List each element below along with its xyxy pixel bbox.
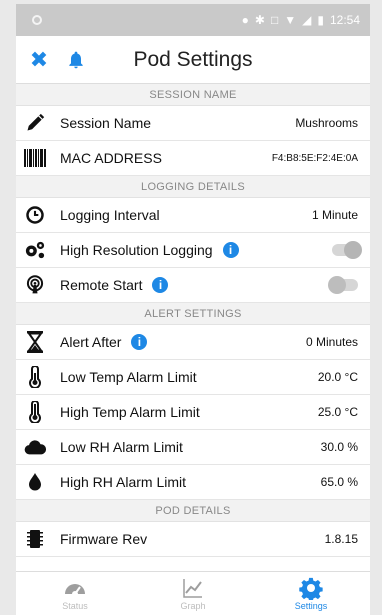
- vibrate-icon: □: [270, 13, 279, 27]
- info-icon[interactable]: i: [152, 277, 169, 293]
- row-high-temp[interactable]: High Temp Alarm Limit 25.0 °C: [16, 395, 370, 430]
- high-rh-label: High RH Alarm Limit: [60, 474, 187, 490]
- row-alert-after[interactable]: Alert After i 0 Minutes: [16, 325, 370, 360]
- high-res-logging-label: High Resolution Logging: [60, 242, 213, 258]
- remote-start-toggle[interactable]: [328, 276, 358, 294]
- battery-icon: ▮: [317, 13, 324, 27]
- bottom-nav: Status Graph Settings: [16, 571, 370, 615]
- info-icon[interactable]: i: [222, 242, 239, 258]
- low-temp-label: Low Temp Alarm Limit: [60, 369, 197, 385]
- gauge-icon: [65, 584, 85, 597]
- logging-interval-value[interactable]: 1 Minute: [312, 208, 358, 222]
- close-icon[interactable]: ✖: [26, 47, 52, 73]
- logging-interval-label: Logging Interval: [60, 207, 160, 223]
- low-temp-value[interactable]: 20.0 °C: [318, 370, 358, 384]
- row-logging-interval[interactable]: Logging Interval 1 Minute: [16, 198, 370, 233]
- chart-icon: [183, 579, 202, 598]
- gear-icon: [299, 577, 323, 600]
- thermometer-icon: [24, 401, 46, 423]
- wifi-icon: ▼: [284, 13, 297, 27]
- row-mac-address: MAC ADDRESS F4:B8:5E:F2:4E:0A: [16, 141, 370, 176]
- session-name-value[interactable]: Mushrooms: [295, 116, 358, 130]
- status-icons: ● ✱ □ ▼ ◢ ▮ 12:54: [242, 13, 360, 27]
- tab-graph[interactable]: Graph: [134, 572, 252, 615]
- firmware-label: Firmware Rev: [60, 531, 148, 547]
- clock-icon: [24, 204, 46, 226]
- signal-icon: ◢: [302, 13, 312, 27]
- session-name-label: Session Name: [60, 115, 152, 131]
- bluetooth-icon: ✱: [254, 13, 265, 27]
- alert-after-label: Alert After: [60, 334, 122, 350]
- phone-screen: ● ✱ □ ▼ ◢ ▮ 12:54 ✖ Pod Settings SESSION…: [16, 4, 370, 615]
- toggle-knob: [328, 276, 346, 294]
- broadcast-icon: [24, 274, 46, 296]
- remote-start-label: Remote Start: [60, 277, 143, 293]
- info-icon[interactable]: i: [131, 334, 148, 350]
- barcode-icon: [24, 147, 46, 169]
- high-temp-label: High Temp Alarm Limit: [60, 404, 200, 420]
- section-header-logging: LOGGING DETAILS: [16, 176, 370, 198]
- thermometer-icon: [24, 366, 46, 388]
- status-bar: ● ✱ □ ▼ ◢ ▮ 12:54: [16, 4, 370, 36]
- low-rh-value[interactable]: 30.0 %: [321, 440, 358, 454]
- tab-settings[interactable]: Settings: [252, 572, 370, 615]
- section-header-session: SESSION NAME: [16, 84, 370, 106]
- tab-status[interactable]: Status: [16, 572, 134, 615]
- pencil-icon: [24, 112, 46, 134]
- notification-dot-icon: [32, 15, 42, 25]
- toggle-knob: [344, 241, 362, 259]
- low-rh-label: Low RH Alarm Limit: [60, 439, 183, 455]
- row-high-rh[interactable]: High RH Alarm Limit 65.0 %: [16, 465, 370, 500]
- row-low-temp[interactable]: Low Temp Alarm Limit 20.0 °C: [16, 360, 370, 395]
- high-temp-value[interactable]: 25.0 °C: [318, 405, 358, 419]
- section-header-alert: ALERT SETTINGS: [16, 303, 370, 325]
- row-low-rh[interactable]: Low RH Alarm Limit 30.0 %: [16, 430, 370, 465]
- row-firmware: Firmware Rev 1.8.15: [16, 522, 370, 557]
- droplet-icon: [24, 471, 46, 493]
- chip-icon: [24, 528, 46, 550]
- high-res-logging-toggle[interactable]: [332, 241, 362, 259]
- bell-icon[interactable]: [66, 50, 86, 70]
- hourglass-icon: [24, 331, 46, 353]
- location-icon: ●: [241, 13, 249, 27]
- tab-settings-label: Settings: [294, 601, 328, 611]
- mac-address-label: MAC ADDRESS: [60, 150, 162, 166]
- section-header-pod: POD DETAILS: [16, 500, 370, 522]
- tab-status-label: Status: [62, 601, 88, 611]
- firmware-value: 1.8.15: [324, 532, 358, 546]
- row-session-name[interactable]: Session Name Mushrooms: [16, 106, 370, 141]
- status-time: 12:54: [329, 13, 360, 27]
- alert-after-value[interactable]: 0 Minutes: [306, 335, 358, 349]
- cloud-icon: [24, 436, 46, 458]
- row-high-res-logging: High Resolution Logging i: [16, 233, 370, 268]
- app-bar: ✖ Pod Settings: [16, 36, 370, 84]
- gears-icon: [24, 239, 46, 261]
- mac-address-value: F4:B8:5E:F2:4E:0A: [271, 152, 358, 164]
- high-rh-value[interactable]: 65.0 %: [321, 475, 358, 489]
- row-remote-start: Remote Start i: [16, 268, 370, 303]
- tab-graph-label: Graph: [180, 601, 206, 611]
